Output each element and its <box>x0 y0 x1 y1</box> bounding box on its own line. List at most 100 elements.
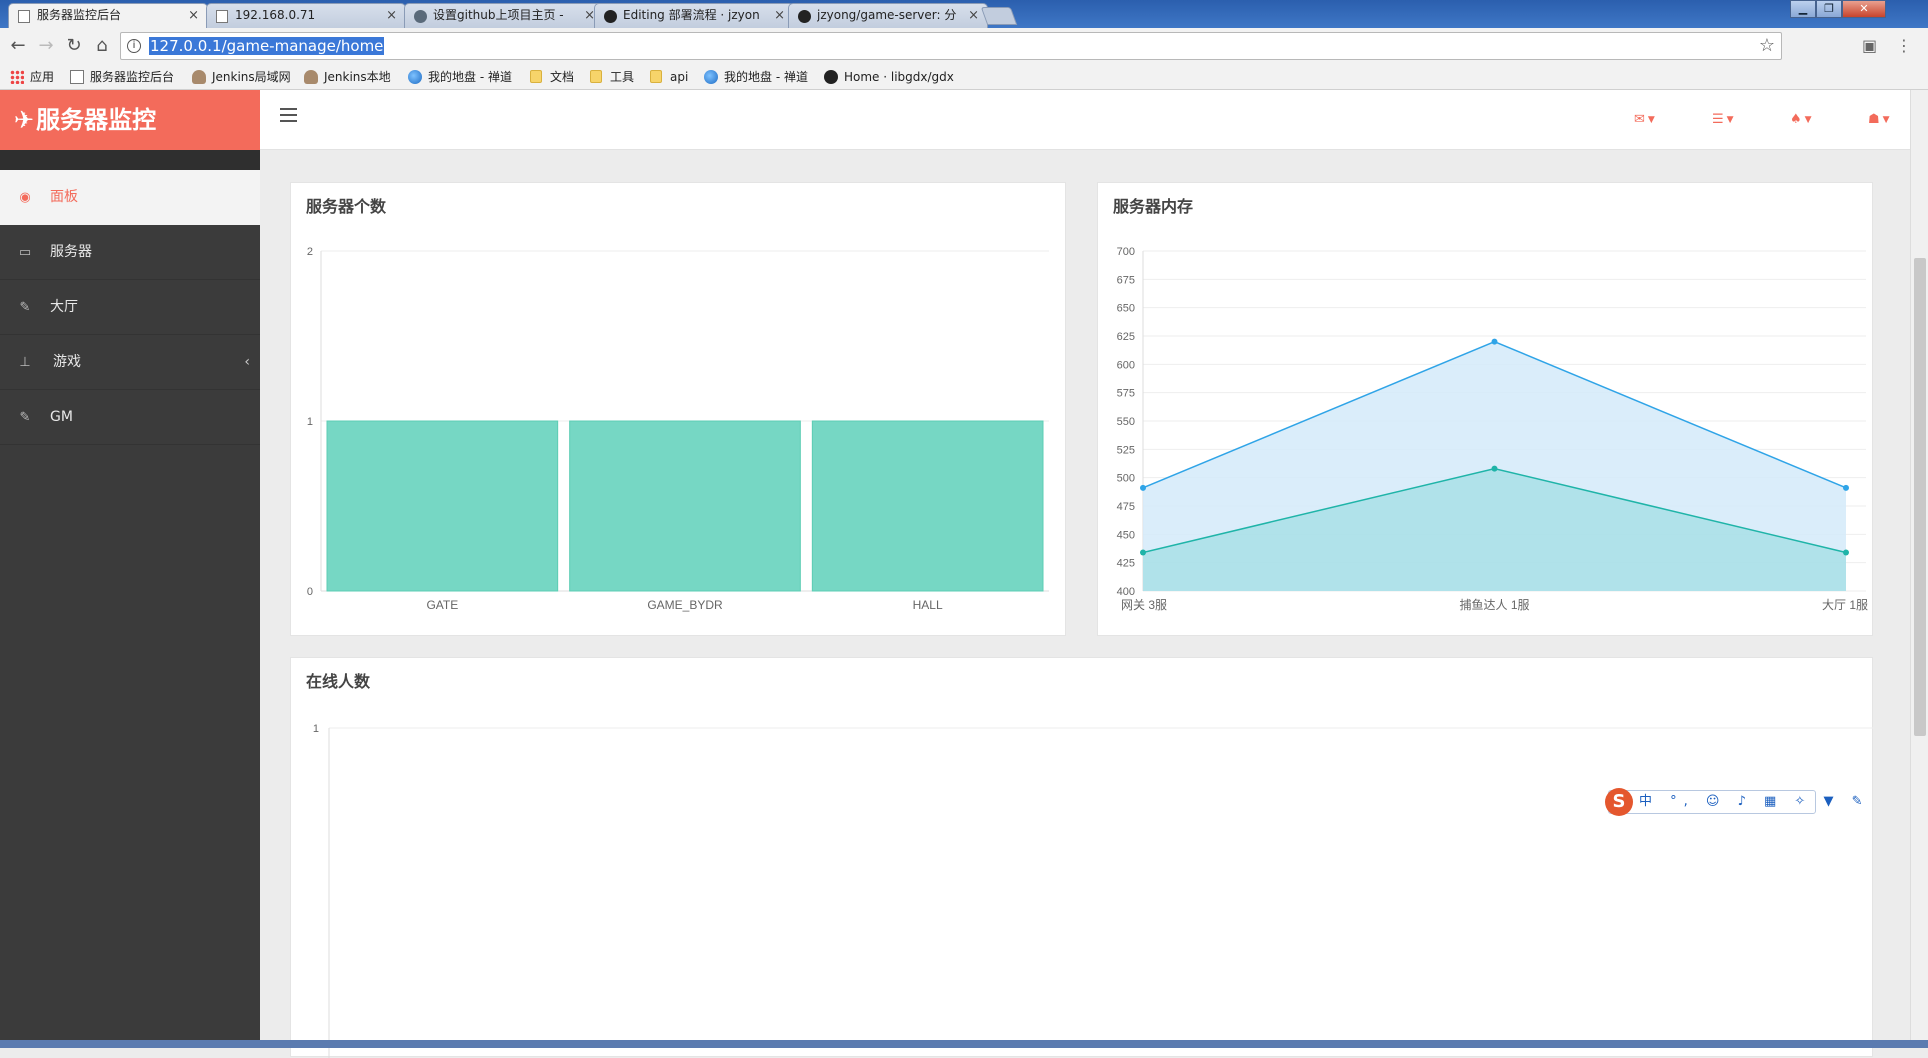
jenkins-icon <box>304 70 318 84</box>
data-point <box>1491 338 1498 345</box>
tasks-icon[interactable]: ☰ ▼ <box>1712 112 1734 127</box>
tab-title: 192.168.0.71 <box>235 8 316 22</box>
y-tick-label: 0 <box>307 586 313 598</box>
bookmark-item[interactable]: Home · libgdx/gdx <box>824 68 954 86</box>
bookmark-item[interactable]: Jenkins本地 <box>304 68 391 86</box>
brand-logo[interactable]: ✈服务器监控 <box>0 90 260 150</box>
forward-icon[interactable]: → <box>36 36 56 56</box>
github-edit-icon <box>414 10 427 23</box>
sidebar-item-servers[interactable]: ▭ 服务器 <box>0 225 260 280</box>
minimize-button[interactable]: ▁ <box>1790 0 1816 18</box>
tab-close-icon[interactable]: × <box>774 4 785 27</box>
bookmark-item[interactable]: 我的地盘 - 禅道 <box>704 68 808 86</box>
reload-icon[interactable]: ↻ <box>64 36 84 56</box>
sidebar-item-gm[interactable]: ✎ GM <box>0 390 260 445</box>
y-tick-label: 550 <box>1117 416 1135 428</box>
data-point <box>1843 549 1849 556</box>
github-icon <box>824 70 838 84</box>
data-point <box>1140 549 1146 556</box>
home-icon[interactable]: ⌂ <box>92 36 112 56</box>
page-icon <box>216 10 228 23</box>
y-tick-label: 575 <box>1117 388 1135 400</box>
sidebar-item-dashboard[interactable]: ◉ 面板 <box>0 170 260 225</box>
bookmark-item[interactable]: 我的地盘 - 禅道 <box>408 68 512 86</box>
extension-icon[interactable]: ▣ <box>1862 36 1877 55</box>
y-tick-label: 475 <box>1117 501 1135 513</box>
data-point <box>1140 484 1146 491</box>
address-bar[interactable]: i 127.0.0.1/game-manage/home ☆ <box>120 32 1782 60</box>
bookmark-item[interactable]: api <box>650 68 688 86</box>
tab-title: 设置github上项目主页 - <box>433 8 564 22</box>
ime-toolbar[interactable]: S 中 °, ☺ ♪ ▦ ✧ ▼ ✎ <box>1605 788 1862 816</box>
x-tick-label: 网关 3服 <box>1121 598 1167 612</box>
bookmark-item[interactable]: Jenkins局域网 <box>192 68 291 86</box>
bookmark-star-icon[interactable]: ☆ <box>1759 35 1775 56</box>
bookmark-label: 我的地盘 - 禅道 <box>724 70 808 84</box>
address-url[interactable]: 127.0.0.1/game-manage/home <box>149 37 385 55</box>
tab-title: jzyong/game-server: 分 <box>817 8 957 22</box>
main-content: 服务器个数 0 1 2 GATE GAME_BYDR HALL 服务器内存 400 425 4… <box>260 150 1910 1058</box>
folder-icon <box>590 70 602 83</box>
bookmark-item[interactable]: 应用 <box>10 68 54 86</box>
bookmark-label: 服务器监控后台 <box>90 70 175 84</box>
globe-icon <box>408 70 422 84</box>
bookmark-label: 应用 <box>30 70 55 84</box>
bookmark-label: 文档 <box>550 70 575 84</box>
sogou-logo-icon[interactable]: S <box>1605 788 1633 816</box>
y-tick-label: 500 <box>1117 473 1135 485</box>
user-icon[interactable]: ☗ ▼ <box>1868 112 1890 127</box>
y-tick-label: 2 <box>307 246 313 258</box>
close-window-button[interactable]: ✕ <box>1842 0 1886 18</box>
tab-close-icon[interactable]: × <box>188 4 199 27</box>
menu-toggle-icon[interactable] <box>280 108 297 122</box>
tab-close-icon[interactable]: × <box>386 4 397 27</box>
browser-menu-icon[interactable]: ⋮ <box>1896 36 1912 55</box>
browser-tab-strip: 服务器监控后台 × 192.168.0.71 × 设置github上项目主页 -… <box>0 0 1928 29</box>
server-count-chart: 0 1 2 GATE GAME_BYDR HALL <box>307 246 1049 612</box>
browser-tab[interactable]: 服务器监控后台 × <box>8 3 208 29</box>
chevron-left-icon: ‹ <box>244 354 250 370</box>
bookmark-item[interactable]: 工具 <box>590 68 634 86</box>
browser-tab[interactable]: jzyong/game-server: 分 × <box>788 3 988 28</box>
online-users-panel: 在线人数 1 <box>290 657 1874 1058</box>
folder-icon <box>650 70 662 83</box>
apps-icon <box>10 70 24 84</box>
sidebar-item-hall[interactable]: ✎ 大厅 <box>0 280 260 335</box>
tab-close-icon[interactable]: × <box>968 4 979 27</box>
bar <box>569 420 801 592</box>
memory-chart: 400 425 450 475 500 525 550 575 600 625 650 675 700 网… <box>1117 246 1868 612</box>
brand-title: 服务器监控 <box>36 106 157 134</box>
top-navbar: ✉ ▼ ☰ ▼ ♠ ▼ ☗ ▼ <box>260 90 1928 150</box>
maximize-button[interactable]: ❐ <box>1816 0 1842 18</box>
bookmark-label: 工具 <box>610 70 635 84</box>
github-icon <box>604 10 617 23</box>
globe-icon <box>704 70 718 84</box>
desktop-icon: ▭ <box>18 245 32 260</box>
bookmark-label: api <box>670 70 689 84</box>
bell-icon[interactable]: ♠ ▼ <box>1790 112 1812 127</box>
os-taskbar[interactable] <box>0 1040 1928 1048</box>
envelope-icon[interactable]: ✉ ▼ <box>1634 112 1655 127</box>
app-root: ✈服务器监控 ◉ 面板 ▭ 服务器 ✎ 大厅 ⊥ 游戏 ‹ ✎ GM ✉ ▼ ☰ ▼… <box>0 90 1928 1058</box>
browser-tab[interactable]: 设置github上项目主页 - × <box>404 3 604 28</box>
back-icon[interactable]: ← <box>8 36 28 56</box>
bookmark-item[interactable]: 文档 <box>530 68 574 86</box>
data-point <box>1491 465 1498 472</box>
browser-tab[interactable]: 192.168.0.71 × <box>206 3 406 28</box>
x-tick-label: HALL <box>913 598 943 612</box>
sidebar-item-label: GM <box>50 409 73 425</box>
ime-toolbar-items[interactable]: 中 °, ☺ ♪ ▦ ✧ ▼ ✎ <box>1639 791 1869 813</box>
bookmarks-bar: 应用 服务器监控后台 Jenkins局域网 Jenkins本地 我的地盘 - 禅… <box>0 64 1928 90</box>
sidebar-item-games[interactable]: ⊥ 游戏 ‹ <box>0 335 260 390</box>
scrollbar-thumb[interactable] <box>1914 258 1926 736</box>
browser-tab[interactable]: Editing 部署流程 · jzyon × <box>594 3 794 28</box>
y-tick-label: 525 <box>1117 444 1135 456</box>
new-tab-button[interactable] <box>980 7 1018 25</box>
sidebar-item-label: 服务器 <box>50 244 92 260</box>
page-scrollbar[interactable] <box>1910 90 1928 1040</box>
y-tick-label: 450 <box>1117 529 1135 541</box>
site-info-icon[interactable]: i <box>127 39 141 53</box>
bookmark-item[interactable]: 服务器监控后台 <box>70 68 174 86</box>
bookmark-label: Home · libgdx/gdx <box>844 70 954 84</box>
memory-panel: 服务器内存 400 425 450 475 500 525 550 575 600 625 650 6… <box>1097 182 1873 636</box>
